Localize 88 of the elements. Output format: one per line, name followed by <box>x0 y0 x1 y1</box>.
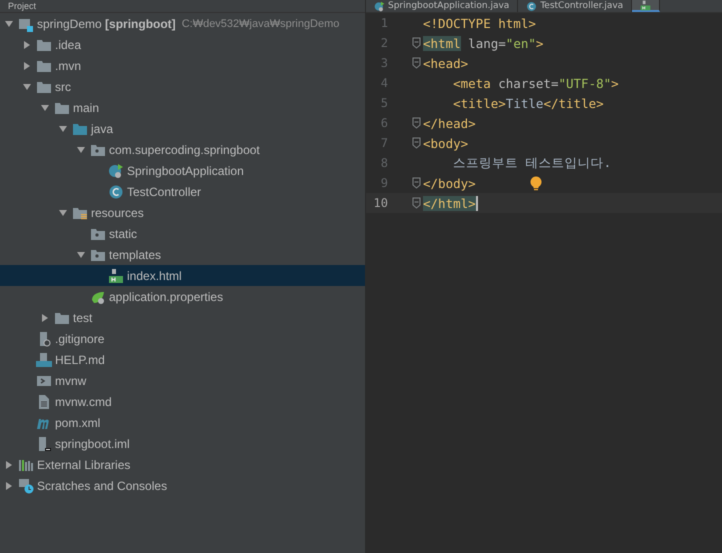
tree-label: SpringbootApplication <box>127 164 244 178</box>
fold-marker-icon[interactable] <box>412 197 421 209</box>
line-number: 3 <box>380 56 389 70</box>
code-line: <title>Title</title> <box>452 96 604 110</box>
collapsed-arrow-icon[interactable] <box>4 460 14 470</box>
tree-label: springDemo [springboot] <box>37 16 176 30</box>
tree-row[interactable]: pom.xml <box>0 412 365 433</box>
tree-label: com.supercoding.springboot <box>109 142 260 156</box>
tree-row[interactable]: mvnw <box>0 370 365 391</box>
tree-label: HELP.md <box>55 352 105 366</box>
fold-marker-icon[interactable] <box>412 117 421 129</box>
panel-title[interactable]: Project <box>8 0 36 12</box>
collapsed-arrow-icon[interactable] <box>22 60 32 70</box>
code-line: </head> <box>423 116 476 130</box>
tree-row[interactable]: main <box>0 97 365 118</box>
tree-label: .gitignore <box>55 332 104 346</box>
code-line: <html lang="en"> <box>423 36 544 50</box>
line-number: 6 <box>380 116 389 130</box>
fold-marker-icon[interactable] <box>412 57 421 69</box>
collapsed-arrow-icon[interactable] <box>40 312 50 322</box>
fold-marker-icon[interactable] <box>412 177 421 189</box>
tree-row[interactable]: HELP.md <box>0 349 365 370</box>
code-line: <meta charset="UTF-8"> <box>452 76 619 90</box>
expanded-arrow-icon[interactable] <box>76 144 86 154</box>
fold-marker-icon[interactable] <box>412 37 421 49</box>
code-line: </body> <box>423 176 476 190</box>
line-number: 8 <box>380 156 389 170</box>
selected-tree-row[interactable]: index.html <box>0 265 365 286</box>
tree-row[interactable]: External Libraries <box>0 454 365 475</box>
tree-label: .idea <box>55 38 82 52</box>
expanded-arrow-icon[interactable] <box>76 250 86 260</box>
tree-row[interactable]: java <box>0 118 365 139</box>
tree-row[interactable]: src <box>0 76 365 97</box>
tree-label: Scratches and Consoles <box>37 478 168 492</box>
tree-label: springboot.iml <box>55 436 130 450</box>
tree-row[interactable]: springboot.iml <box>0 433 365 454</box>
tree-label: static <box>109 226 138 240</box>
editor-tab[interactable] <box>632 0 660 12</box>
tree-label: .mvn <box>55 58 82 72</box>
tree-label: pom.xml <box>55 416 100 430</box>
editor-tab[interactable]: SpringbootApplication.java <box>366 0 518 12</box>
tree-label: index.html <box>127 268 182 282</box>
collapsed-arrow-icon[interactable] <box>22 40 32 50</box>
tree-row[interactable]: springDemo [springboot] C:₩dev532₩java₩springDemo <box>0 13 365 34</box>
tree-row[interactable]: .idea <box>0 34 365 55</box>
line-number: 2 <box>380 36 389 50</box>
tree-row[interactable]: resources <box>0 202 365 223</box>
project-path: C:₩dev532₩java₩springDemo <box>182 18 340 30</box>
tree-row[interactable]: static <box>0 223 365 244</box>
expanded-arrow-icon[interactable] <box>4 18 14 28</box>
collapsed-arrow-icon[interactable] <box>4 480 14 490</box>
tree-label: mvnw <box>55 374 86 388</box>
tree-label: resources <box>91 206 144 220</box>
tree-row[interactable]: .gitignore <box>0 328 365 349</box>
expanded-arrow-icon[interactable] <box>58 124 68 134</box>
line-number: 10 <box>372 196 389 210</box>
line-number: 4 <box>380 76 389 90</box>
tree-label: java <box>91 122 114 136</box>
expanded-arrow-icon[interactable] <box>58 208 68 218</box>
expanded-arrow-icon[interactable] <box>40 102 50 112</box>
tree-row[interactable]: com.supercoding.springboot <box>0 139 365 160</box>
tree-row[interactable]: SpringbootApplication <box>0 160 365 181</box>
line-number: 5 <box>380 96 389 110</box>
tree-label: mvnw.cmd <box>55 394 112 408</box>
tree-label: External Libraries <box>37 458 130 472</box>
line-number: 9 <box>380 176 389 190</box>
tree-label: TestController <box>127 184 202 198</box>
line-number: 1 <box>380 16 389 30</box>
code-line: <head> <box>423 56 468 70</box>
fold-marker-icon[interactable] <box>412 137 421 149</box>
tree-label: test <box>73 310 92 324</box>
expanded-arrow-icon[interactable] <box>22 82 32 92</box>
tree-row[interactable]: mvnw.cmd <box>0 391 365 412</box>
tree-row[interactable]: templates <box>0 244 365 265</box>
code-line: <!DOCTYPE html> <box>423 16 536 30</box>
tree-row[interactable]: .mvn <box>0 55 365 76</box>
tree-label: application.properties <box>109 290 224 304</box>
tree-row[interactable]: Scratches and Consoles <box>0 475 365 496</box>
code-line: <body> <box>423 136 468 150</box>
tree-row[interactable]: application.properties <box>0 286 365 307</box>
tree-label: src <box>55 80 71 94</box>
tree-row[interactable]: test <box>0 307 365 328</box>
tree-label: templates <box>109 248 162 262</box>
line-number: 7 <box>380 136 389 150</box>
tree-label: main <box>73 100 100 114</box>
code-line: 스프링부트 테스트입니다. <box>452 154 612 172</box>
lightbulb-icon[interactable] <box>530 176 542 190</box>
tree-row[interactable]: TestController <box>0 181 365 202</box>
